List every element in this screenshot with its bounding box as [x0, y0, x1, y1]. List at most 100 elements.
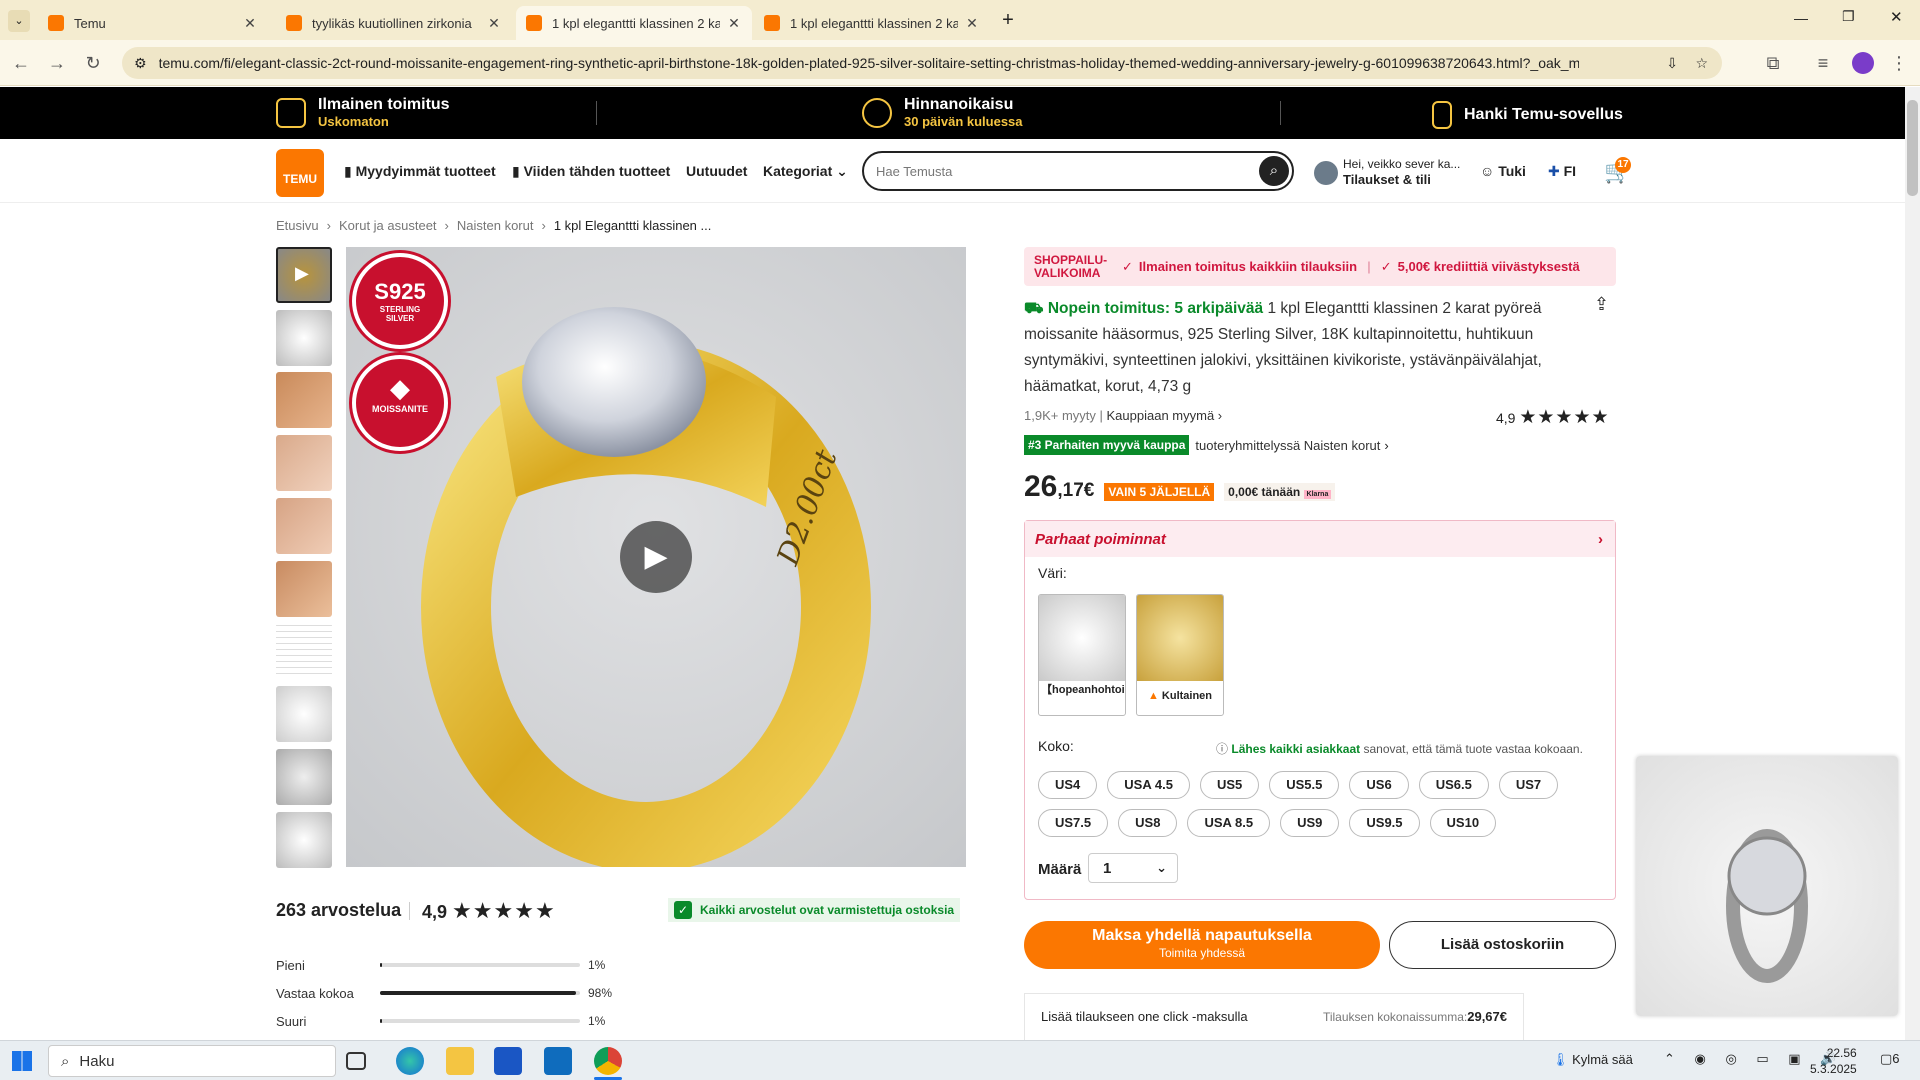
seller-link[interactable]: Kauppiaan myymä › [1107, 408, 1223, 423]
size-us6[interactable]: US6 [1349, 771, 1409, 799]
fit-bar-fill [380, 963, 382, 967]
tab-temu[interactable]: Temu ✕ [38, 6, 268, 40]
breadcrumb-womens[interactable]: Naisten korut [457, 218, 534, 233]
tab-zirkonia[interactable]: tyylikäs kuutiollinen zirkonia ✕ [276, 6, 512, 40]
review-count[interactable]: 263 arvostelua [276, 900, 401, 921]
store-icon[interactable] [494, 1047, 522, 1075]
size-us8[interactable]: US8 [1118, 809, 1178, 837]
taskbar-search[interactable]: ⌕ Haku [48, 1045, 336, 1077]
best-picks-header[interactable]: Parhaat poiminnat › [1025, 521, 1615, 557]
menu-icon[interactable]: ⋮ [1886, 50, 1912, 76]
close-icon[interactable]: ✕ [486, 15, 502, 32]
support-link[interactable]: ☺ Tuki [1480, 163, 1526, 179]
outlook-icon[interactable] [544, 1047, 572, 1075]
close-icon[interactable]: ✕ [242, 15, 258, 32]
tab-list-button[interactable]: ⌄ [8, 10, 30, 32]
color-option-silver[interactable]: 【hopeanhohtoinen】 [1038, 594, 1126, 716]
size-row-2: US7.5 US8 USA 8.5 US9 US9.5 US10 [1038, 809, 1506, 837]
windows-start-icon[interactable] [12, 1051, 32, 1071]
size-us7[interactable]: US7 [1498, 771, 1559, 799]
product-title: ⛟ Nopein toimitus: 5 arkipäivää 1 kpl El… [1024, 300, 1542, 395]
avatar[interactable] [1314, 161, 1338, 185]
play-video-button[interactable]: ▶ [620, 521, 692, 593]
color-option-gold[interactable]: ▲ Kultainen [1136, 594, 1224, 716]
size-label: Koko: [1038, 738, 1074, 754]
size-us4-5[interactable]: USA 4.5 [1107, 771, 1190, 799]
gallery-thumb[interactable] [276, 561, 332, 617]
weather-widget[interactable]: 🌡 Kylmä sää [1552, 1052, 1633, 1068]
divider [1280, 101, 1281, 125]
product-rating[interactable]: 4,9 ★★★★★ [1496, 406, 1610, 429]
back-icon[interactable]: ← [8, 50, 34, 76]
price-line: 26 ,17€ VAIN 5 JÄLJELLÄ 0,00€ tänään Kla… [1024, 470, 1336, 504]
gallery-thumb[interactable] [276, 498, 332, 554]
search-input[interactable]: Hae Temusta ⌕ [862, 151, 1294, 191]
gallery-thumb[interactable] [276, 686, 332, 742]
task-view-icon[interactable] [346, 1052, 366, 1070]
forward-icon[interactable]: → [44, 50, 70, 76]
gallery-thumb[interactable] [276, 435, 332, 491]
one-tap-pay-button[interactable]: Maksa yhdellä napautuksella Toimita yhde… [1024, 921, 1380, 969]
close-icon[interactable]: ✕ [964, 15, 980, 32]
site-info-icon[interactable]: ⚙ [134, 55, 147, 72]
flame-icon: ▲ [1147, 690, 1159, 702]
share-icon[interactable]: ⇪ [1594, 294, 1609, 315]
size-us5[interactable]: US5 [1199, 771, 1260, 799]
file-explorer-icon[interactable] [446, 1047, 474, 1075]
size-us7-5[interactable]: US7.5 [1038, 809, 1109, 837]
reload-icon[interactable]: ↻ [80, 50, 106, 76]
minimize-button[interactable]: — [1794, 10, 1808, 26]
profile-avatar[interactable] [1852, 52, 1874, 74]
gallery-thumb-size-chart[interactable] [276, 623, 332, 679]
scrollbar-thumb[interactable] [1907, 100, 1918, 196]
size-us10[interactable]: US10 [1429, 809, 1497, 837]
size-us5-5[interactable]: US5.5 [1269, 771, 1340, 799]
gallery-thumb[interactable] [276, 749, 332, 805]
fit-row-small: Pieni 1% [276, 957, 606, 973]
free-shipping-promo[interactable]: Ilmainen toimitus Uskomaton [276, 96, 450, 129]
size-us9-5[interactable]: US9.5 [1349, 809, 1420, 837]
price-adjust-promo[interactable]: Hinnanoikaisu 30 päivän kuluessa [862, 96, 1023, 129]
review-rating: 4,9 ★★★★★ [422, 898, 556, 923]
install-app-icon[interactable]: ⇩ [1666, 55, 1678, 72]
tab-ring[interactable]: 1 kpl eleganttti klassinen 2 karat ✕ [754, 6, 990, 40]
nav-categories[interactable]: Kategoriat ⌄ [763, 163, 848, 180]
extensions-icon[interactable]: ⧉ [1760, 50, 1786, 76]
size-us9[interactable]: US9 [1280, 809, 1340, 837]
language-selector[interactable]: ✚ FI [1548, 163, 1576, 180]
gallery-thumb-video[interactable]: ▶ [276, 247, 332, 303]
restore-button[interactable]: ❐ [1842, 8, 1855, 25]
add-to-cart-button[interactable]: Lisää ostoskoriin [1389, 921, 1616, 969]
floating-video-preview[interactable] [1636, 756, 1898, 1016]
close-window-button[interactable]: ✕ [1890, 8, 1903, 26]
gallery-thumb[interactable] [276, 310, 332, 366]
gallery-thumb[interactable] [276, 372, 332, 428]
gallery-thumb[interactable] [276, 812, 332, 868]
size-us8-5[interactable]: USA 8.5 [1187, 809, 1271, 837]
chrome-icon[interactable] [594, 1047, 622, 1075]
get-app-promo[interactable]: Hanki Temu-sovellus [1432, 101, 1623, 129]
nav-bestsellers[interactable]: ▮ Myydyimmät tuotteet [344, 163, 496, 180]
edge-icon[interactable] [396, 1047, 424, 1075]
close-icon[interactable]: ✕ [726, 15, 742, 32]
search-icon[interactable]: ⌕ [1259, 156, 1289, 186]
account-menu[interactable]: Hei, veikko sever ka... Tilaukset & tili [1343, 157, 1460, 187]
size-us4[interactable]: US4 [1038, 771, 1098, 799]
media-icon[interactable]: ≡ [1810, 50, 1836, 76]
size-us6-5[interactable]: US6.5 [1418, 771, 1489, 799]
tab-ring-active[interactable]: 1 kpl eleganttti klassinen 2 karat ✕ [516, 6, 752, 40]
nav-five-star[interactable]: ▮ Viiden tähden tuotteet [512, 163, 670, 180]
divider [596, 101, 597, 125]
notification-badge[interactable]: ▢6 [1880, 1051, 1900, 1067]
quantity-select[interactable]: 1 ⌄ [1088, 853, 1178, 883]
temu-logo[interactable]: TEMU [276, 149, 324, 197]
clock[interactable]: 22.56 5.3.2025 [1810, 1045, 1857, 1077]
nav-new[interactable]: Uutuudet [686, 163, 747, 179]
rank-line[interactable]: #3 Parhaiten myyvä kauppa tuoteryhmittel… [1024, 435, 1389, 455]
bookmark-star-icon[interactable]: ☆ [1695, 55, 1708, 72]
page-scrollbar[interactable] [1905, 87, 1920, 1040]
url-bar[interactable]: ⚙ temu.com/fi/elegant-classic-2ct-round-… [122, 47, 1722, 79]
breadcrumb-jewelry[interactable]: Korut ja asusteet [339, 218, 437, 233]
breadcrumb-home[interactable]: Etusivu [276, 218, 319, 233]
new-tab-button[interactable]: + [996, 8, 1020, 32]
